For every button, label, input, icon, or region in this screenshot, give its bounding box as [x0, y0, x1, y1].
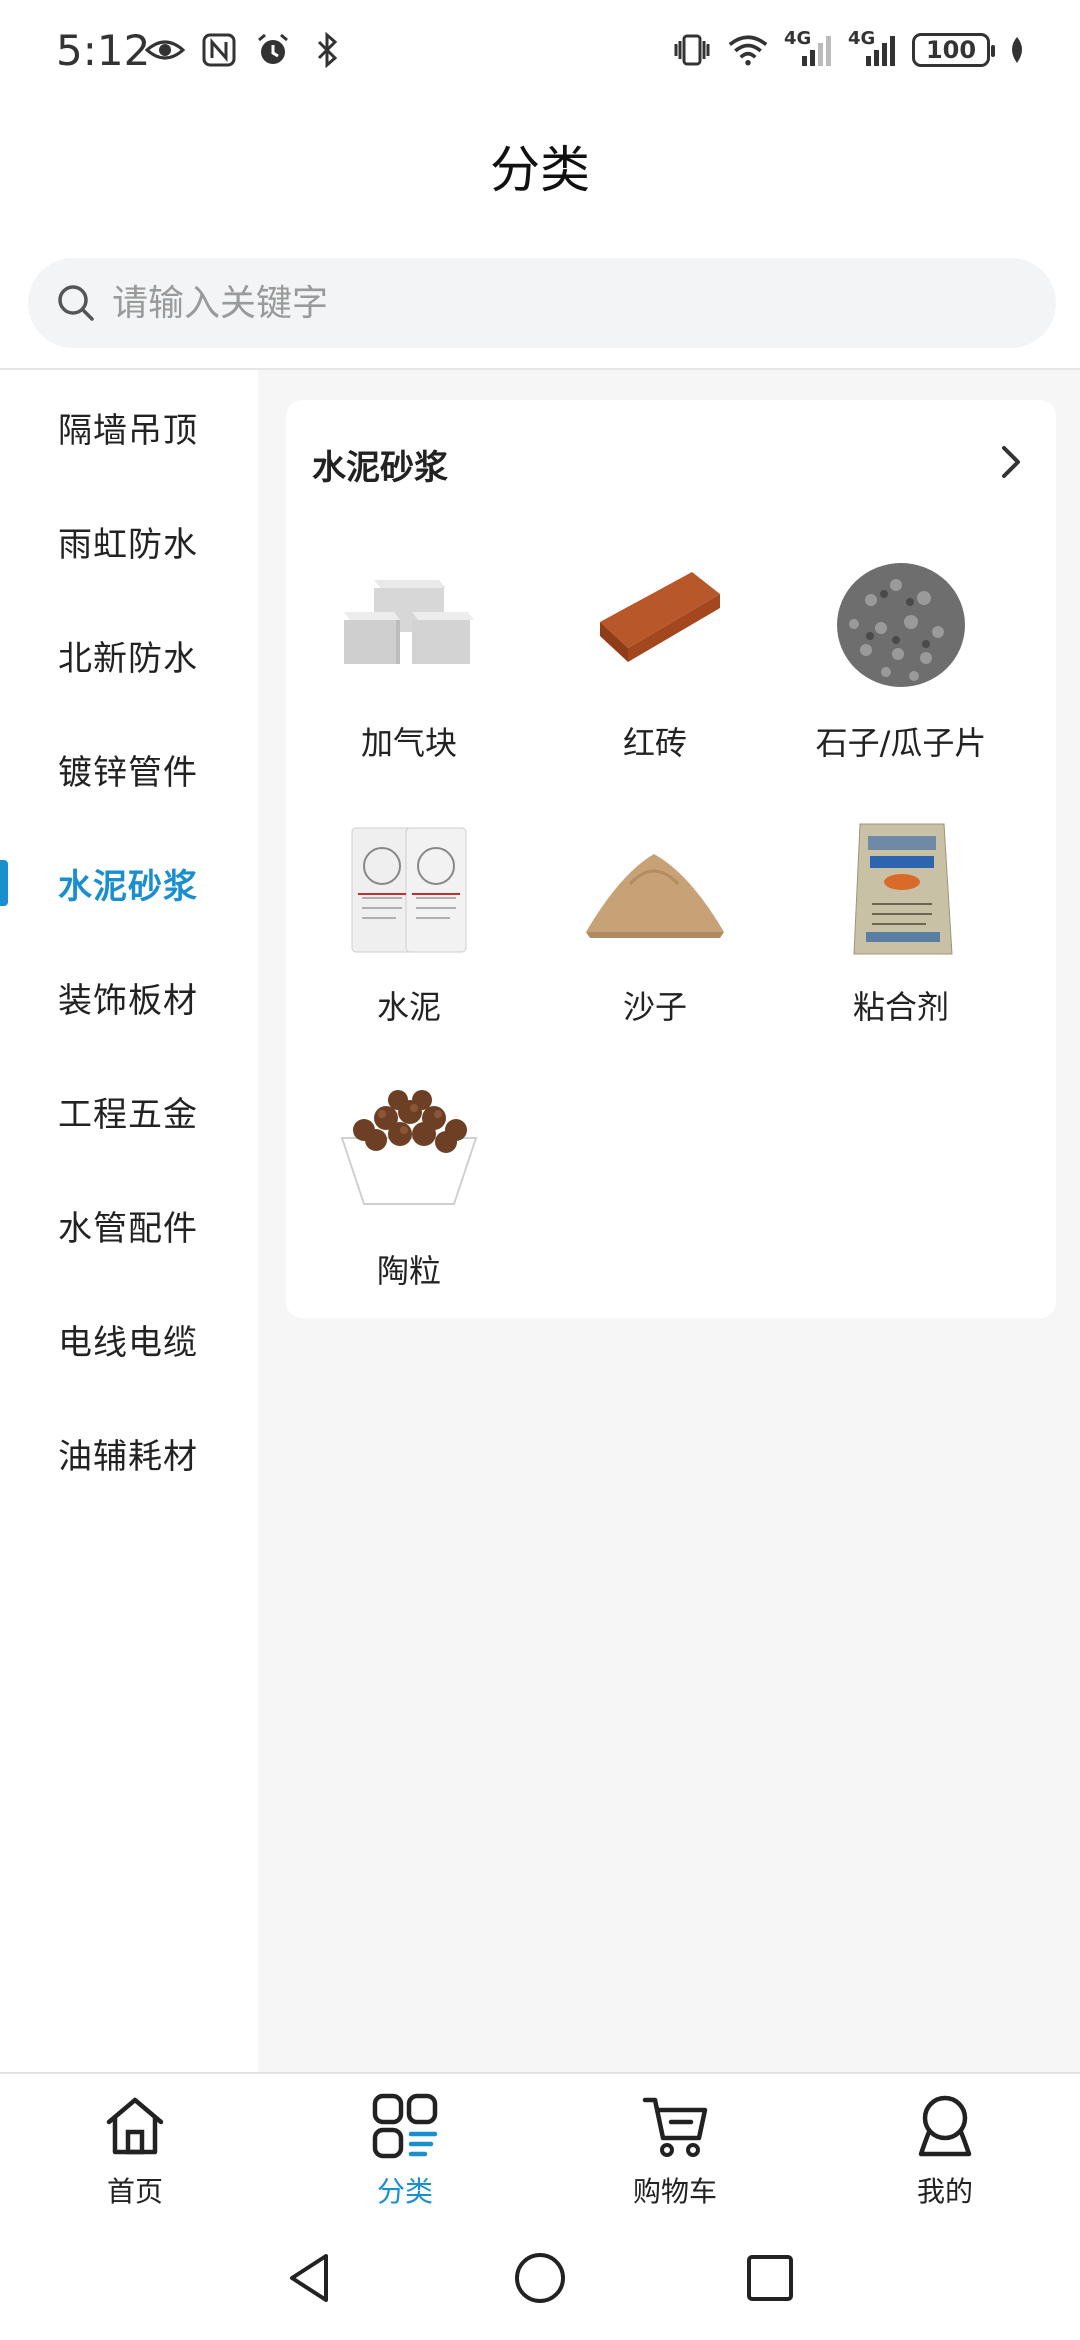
search-input[interactable]: [110, 281, 1056, 325]
sidebar-item-yuhong-waterproof[interactable]: 雨虹防水: [0, 484, 258, 598]
product-item[interactable]: 红砖: [532, 550, 778, 800]
home-icon: [106, 2097, 164, 2155]
system-navigation-bar: [0, 2220, 1080, 2340]
sidebar-item-label: 北新防水: [58, 638, 198, 679]
sidebar-item-label: 电线电缆: [58, 1322, 198, 1363]
nfc-icon: [199, 30, 239, 70]
sidebar-item-hardware[interactable]: 工程五金: [0, 1054, 258, 1168]
battery-indicator: 100: [912, 33, 995, 67]
tab-label: 我的: [916, 2175, 973, 2208]
sidebar-item-cement-mortar[interactable]: 水泥砂浆: [0, 826, 258, 940]
product-item[interactable]: 沙子: [532, 814, 778, 1064]
category-icon: [372, 2093, 438, 2159]
sidebar-item-pipe-fittings[interactable]: 水管配件: [0, 1168, 258, 1282]
recent-apps-icon[interactable]: [740, 2248, 800, 2308]
sidebar-item-galvanized-fittings[interactable]: 镀锌管件: [0, 712, 258, 826]
sidebar-item-label: 油辅耗材: [58, 1436, 198, 1477]
network-type-label: 4G: [784, 28, 812, 49]
gravel-image: [837, 563, 965, 687]
eye-icon: [145, 30, 185, 70]
tab-cart[interactable]: 购物车: [540, 2074, 810, 2222]
ceramsite-bowl-image: [340, 1090, 478, 1205]
tab-home[interactable]: 首页: [0, 2074, 270, 2222]
tab-label: 购物车: [632, 2175, 717, 2208]
sidebar-item-decorative-boards[interactable]: 装饰板材: [0, 940, 258, 1054]
profile-icon: [918, 2095, 972, 2157]
product-name: 石子/瓜子片: [815, 724, 987, 762]
sidebar-item-wires-cables[interactable]: 电线电缆: [0, 1282, 258, 1396]
sidebar-item-beixin-waterproof[interactable]: 北新防水: [0, 598, 258, 712]
product-item[interactable]: 加气块: [286, 550, 532, 800]
product-name: 沙子: [622, 988, 687, 1026]
signal-icon: 4G: [848, 28, 896, 70]
wifi-icon: [728, 30, 768, 70]
adhesive-bag-image: [853, 823, 953, 955]
bottom-tab-bar: 首页 分类 购物车 我的: [0, 2072, 1080, 2222]
tab-profile[interactable]: 我的: [810, 2074, 1080, 2222]
cement-bag-image: [351, 827, 467, 953]
product-name: 红砖: [622, 724, 687, 762]
vibrate-icon: [672, 30, 712, 70]
tab-label: 首页: [106, 2175, 163, 2208]
product-name: 水泥: [376, 988, 441, 1026]
sidebar-item-label: 装饰板材: [58, 980, 198, 1021]
leaf-icon: [1006, 30, 1028, 70]
sidebar-item-label: 工程五金: [58, 1094, 198, 1135]
search-icon: [58, 285, 94, 321]
aerated-block-image: [344, 580, 474, 664]
network-type-label: 4G: [848, 28, 876, 49]
tab-category[interactable]: 分类: [270, 2074, 540, 2222]
status-icons-left: [145, 30, 347, 70]
sidebar-item-label: 镀锌管件: [58, 752, 198, 793]
product-item[interactable]: 粘合剂: [778, 814, 1024, 1064]
tab-label: 分类: [376, 2175, 433, 2208]
product-name: 粘合剂: [852, 988, 949, 1026]
product-name: 加气块: [360, 724, 457, 762]
sand-pile-image: [586, 854, 724, 938]
sidebar-item-label: 雨虹防水: [58, 524, 198, 565]
status-icons-right: 4G 4G 100: [672, 28, 1028, 70]
section-title: 水泥砂浆: [312, 448, 448, 488]
sidebar-item-label: 隔墙吊顶: [58, 410, 198, 451]
status-time: 5:12: [56, 26, 151, 75]
sidebar-item-partition-ceiling[interactable]: 隔墙吊顶: [0, 370, 258, 484]
alarm-icon: [253, 30, 293, 70]
sidebar-item-label: 水泥砂浆: [58, 866, 198, 907]
product-item[interactable]: 石子/瓜子片: [778, 550, 1024, 800]
sidebar-item-label: 水管配件: [58, 1208, 198, 1249]
search-bar[interactable]: [28, 258, 1056, 348]
status-bar: 5:12 4G 4G 100: [0, 0, 1080, 100]
page-title: 分类: [490, 141, 590, 199]
cart-icon: [642, 2097, 708, 2157]
product-item[interactable]: 水泥: [286, 814, 532, 1064]
home-button-icon[interactable]: [510, 2248, 570, 2308]
red-brick-image: [600, 572, 720, 662]
product-name: 陶粒: [376, 1252, 441, 1290]
category-content: 水泥砂浆 加气块 红砖 石子/瓜子片 水泥 沙子 粘合剂 陶粒: [258, 370, 1080, 2072]
signal-icon: 4G: [784, 28, 832, 70]
back-icon[interactable]: [280, 2248, 340, 2308]
bluetooth-icon: [307, 30, 347, 70]
subcategory-card: 水泥砂浆 加气块 红砖 石子/瓜子片 水泥 沙子 粘合剂 陶粒: [286, 400, 1056, 1318]
product-item[interactable]: 陶粒: [286, 1078, 532, 1328]
sidebar-item-paint-consumables[interactable]: 油辅耗材: [0, 1396, 258, 1510]
category-sidebar: 隔墙吊顶 雨虹防水 北新防水 镀锌管件 水泥砂浆 装饰板材 工程五金 水管配件 …: [0, 370, 258, 2072]
chevron-right-icon[interactable]: [996, 442, 1026, 482]
